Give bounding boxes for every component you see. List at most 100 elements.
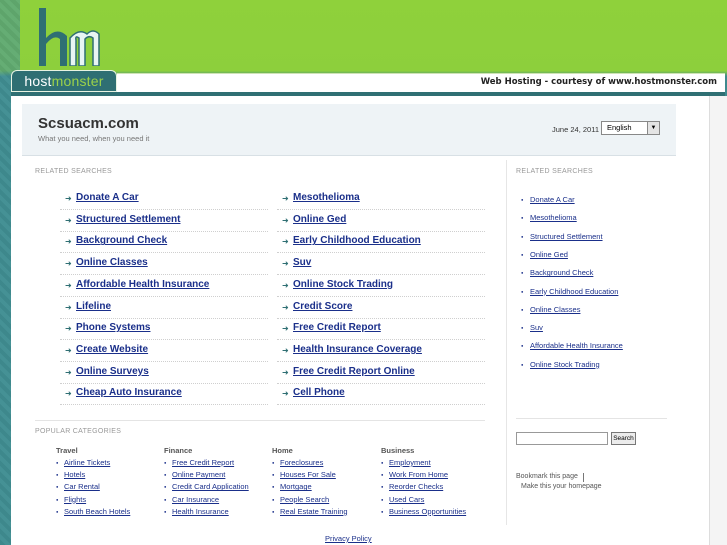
category-link[interactable]: Real Estate Training bbox=[272, 507, 347, 517]
related-search-link[interactable]: Online Ged bbox=[293, 214, 346, 225]
category-link[interactable]: Foreclosures bbox=[272, 458, 323, 468]
arrow-right-icon: ➜ bbox=[282, 345, 289, 355]
category-link[interactable]: Airline Tickets bbox=[56, 458, 110, 468]
category-link[interactable]: Hotels bbox=[56, 470, 85, 480]
related-search-link[interactable]: Credit Score bbox=[293, 301, 352, 312]
category-link[interactable]: Car Insurance bbox=[164, 495, 219, 505]
category-link[interactable]: Online Payment bbox=[164, 470, 225, 480]
title-box: Scsuacm.com What you need, when you need… bbox=[22, 104, 676, 156]
related-search-item: ➜ Free Credit Report Online bbox=[277, 362, 485, 384]
category-title: Finance bbox=[164, 446, 193, 455]
related-search-item: ➜ Online Classes bbox=[60, 253, 268, 276]
arrow-right-icon: ➜ bbox=[65, 215, 72, 225]
arrow-right-icon: ➜ bbox=[65, 194, 72, 203]
language-value: English bbox=[607, 123, 632, 132]
hm-logo-icon bbox=[39, 8, 100, 66]
brand-monster-text: monster bbox=[51, 73, 104, 89]
related-search-link[interactable]: Donate A Car bbox=[76, 192, 139, 203]
sidebar-search-link[interactable]: Online Ged bbox=[521, 250, 568, 260]
related-search-item: ➜ Phone Systems bbox=[60, 318, 268, 341]
search-button[interactable]: Search bbox=[611, 432, 636, 445]
related-search-link[interactable]: Affordable Health Insurance bbox=[76, 279, 209, 290]
related-searches-heading: RELATED SEARCHES bbox=[35, 168, 113, 175]
category-link[interactable]: Reorder Checks bbox=[381, 482, 443, 492]
related-search-link[interactable]: Suv bbox=[293, 257, 311, 268]
hosting-courtesy[interactable]: Web Hosting - courtesy of www.hostmonste… bbox=[481, 77, 717, 87]
related-search-item: ➜ Online Ged bbox=[277, 210, 485, 232]
category-link[interactable]: Used Cars bbox=[381, 495, 425, 505]
related-search-item: ➜ Online Surveys bbox=[60, 362, 268, 384]
related-search-link[interactable]: Health Insurance Coverage bbox=[293, 344, 422, 355]
related-search-link[interactable]: Cheap Auto Insurance bbox=[76, 387, 182, 398]
related-search-link[interactable]: Online Classes bbox=[76, 257, 148, 268]
make-homepage-link[interactable]: Make this your homepage bbox=[521, 483, 602, 490]
sidebar-divider bbox=[506, 160, 507, 525]
category-link[interactable]: South Beach Hotels bbox=[56, 507, 130, 517]
category-title: Travel bbox=[56, 446, 78, 455]
related-search-link[interactable]: Online Stock Trading bbox=[293, 279, 393, 290]
related-search-link[interactable]: Early Childhood Education bbox=[293, 235, 421, 246]
related-search-item: ➜ Early Childhood Education bbox=[277, 231, 485, 254]
category-link[interactable]: Free Credit Report bbox=[164, 458, 234, 468]
category-link[interactable]: Car Rental bbox=[56, 482, 100, 492]
sidebar-search-link[interactable]: Background Check bbox=[521, 268, 593, 278]
related-search-link[interactable]: Structured Settlement bbox=[76, 214, 180, 225]
related-search-link[interactable]: Mesothelioma bbox=[293, 192, 360, 203]
current-date: June 24, 2011 bbox=[552, 125, 599, 134]
related-search-item: ➜ Donate A Car bbox=[60, 188, 268, 210]
related-search-item: ➜ Cheap Auto Insurance bbox=[60, 383, 268, 406]
sidebar-search-link[interactable]: Suv bbox=[521, 323, 543, 333]
sidebar-heading: RELATED SEARCHES bbox=[516, 168, 594, 175]
arrow-right-icon: ➜ bbox=[65, 237, 72, 247]
related-search-link[interactable]: Cell Phone bbox=[293, 387, 345, 398]
related-search-item: ➜ Suv bbox=[277, 253, 485, 276]
related-search-link[interactable]: Lifeline bbox=[76, 301, 111, 312]
related-search-item: ➜ Online Stock Trading bbox=[277, 275, 485, 297]
search-input[interactable] bbox=[516, 432, 608, 445]
related-search-link[interactable]: Phone Systems bbox=[76, 322, 150, 333]
category-link[interactable]: Employment bbox=[381, 458, 431, 468]
scrollbar-track[interactable] bbox=[709, 96, 727, 545]
related-search-item: ➜ Free Credit Report bbox=[277, 318, 485, 341]
arrow-right-icon: ➜ bbox=[282, 324, 289, 334]
sidebar-search-link[interactable]: Structured Settlement bbox=[521, 232, 602, 242]
arrow-right-icon: ➜ bbox=[65, 345, 72, 355]
site-title: Scsuacm.com bbox=[38, 115, 139, 132]
sidebar-search-link[interactable]: Donate A Car bbox=[521, 195, 575, 205]
category-link[interactable]: Credit Card Application bbox=[164, 482, 249, 492]
hostmonster-brand[interactable]: hostmonster bbox=[11, 70, 117, 92]
related-search-link[interactable]: Free Credit Report Online bbox=[293, 366, 415, 377]
language-select[interactable]: English ▼ bbox=[601, 121, 660, 135]
privacy-policy-link[interactable]: Privacy Policy bbox=[325, 534, 372, 543]
related-search-item: ➜ Structured Settlement bbox=[60, 210, 268, 232]
arrow-right-icon: ➜ bbox=[282, 194, 289, 203]
bookmark-link[interactable]: Bookmark this page bbox=[516, 473, 578, 480]
category-link[interactable]: Health Insurance bbox=[164, 507, 229, 517]
sidebar-search-link[interactable]: Mesothelioma bbox=[521, 213, 577, 223]
related-search-link[interactable]: Create Website bbox=[76, 344, 148, 355]
related-search-item: ➜ Health Insurance Coverage bbox=[277, 340, 485, 362]
related-search-link[interactable]: Online Surveys bbox=[76, 366, 149, 377]
sidebar-search-link[interactable]: Online Stock Trading bbox=[521, 360, 600, 370]
arrow-right-icon: ➜ bbox=[65, 280, 72, 290]
category-link[interactable]: Business Opportunities bbox=[381, 507, 466, 517]
related-search-link[interactable]: Free Credit Report bbox=[293, 322, 381, 333]
arrow-right-icon: ➜ bbox=[65, 259, 72, 269]
related-search-link[interactable]: Background Check bbox=[76, 235, 167, 246]
sidebar-search-link[interactable]: Affordable Health Insurance bbox=[521, 341, 623, 351]
category-link[interactable]: Work From Home bbox=[381, 470, 448, 480]
category-link[interactable]: Flights bbox=[56, 495, 86, 505]
arrow-right-icon: ➜ bbox=[282, 215, 289, 225]
sidebar-search-link[interactable]: Early Childhood Education bbox=[521, 287, 618, 297]
category-link[interactable]: People Search bbox=[272, 495, 329, 505]
category-link[interactable]: Mortgage bbox=[272, 482, 312, 492]
related-search-item: ➜ Affordable Health Insurance bbox=[60, 275, 268, 297]
arrow-right-icon: ➜ bbox=[282, 389, 289, 399]
brand-host-text: host bbox=[24, 73, 52, 89]
category-link[interactable]: Houses For Sale bbox=[272, 470, 336, 480]
arrow-right-icon: ➜ bbox=[65, 324, 72, 334]
related-search-item: ➜ Lifeline bbox=[60, 297, 268, 319]
site-tagline: What you need, when you need it bbox=[38, 134, 150, 143]
related-search-item: ➜ Cell Phone bbox=[277, 383, 485, 406]
sidebar-search-link[interactable]: Online Classes bbox=[521, 305, 581, 315]
